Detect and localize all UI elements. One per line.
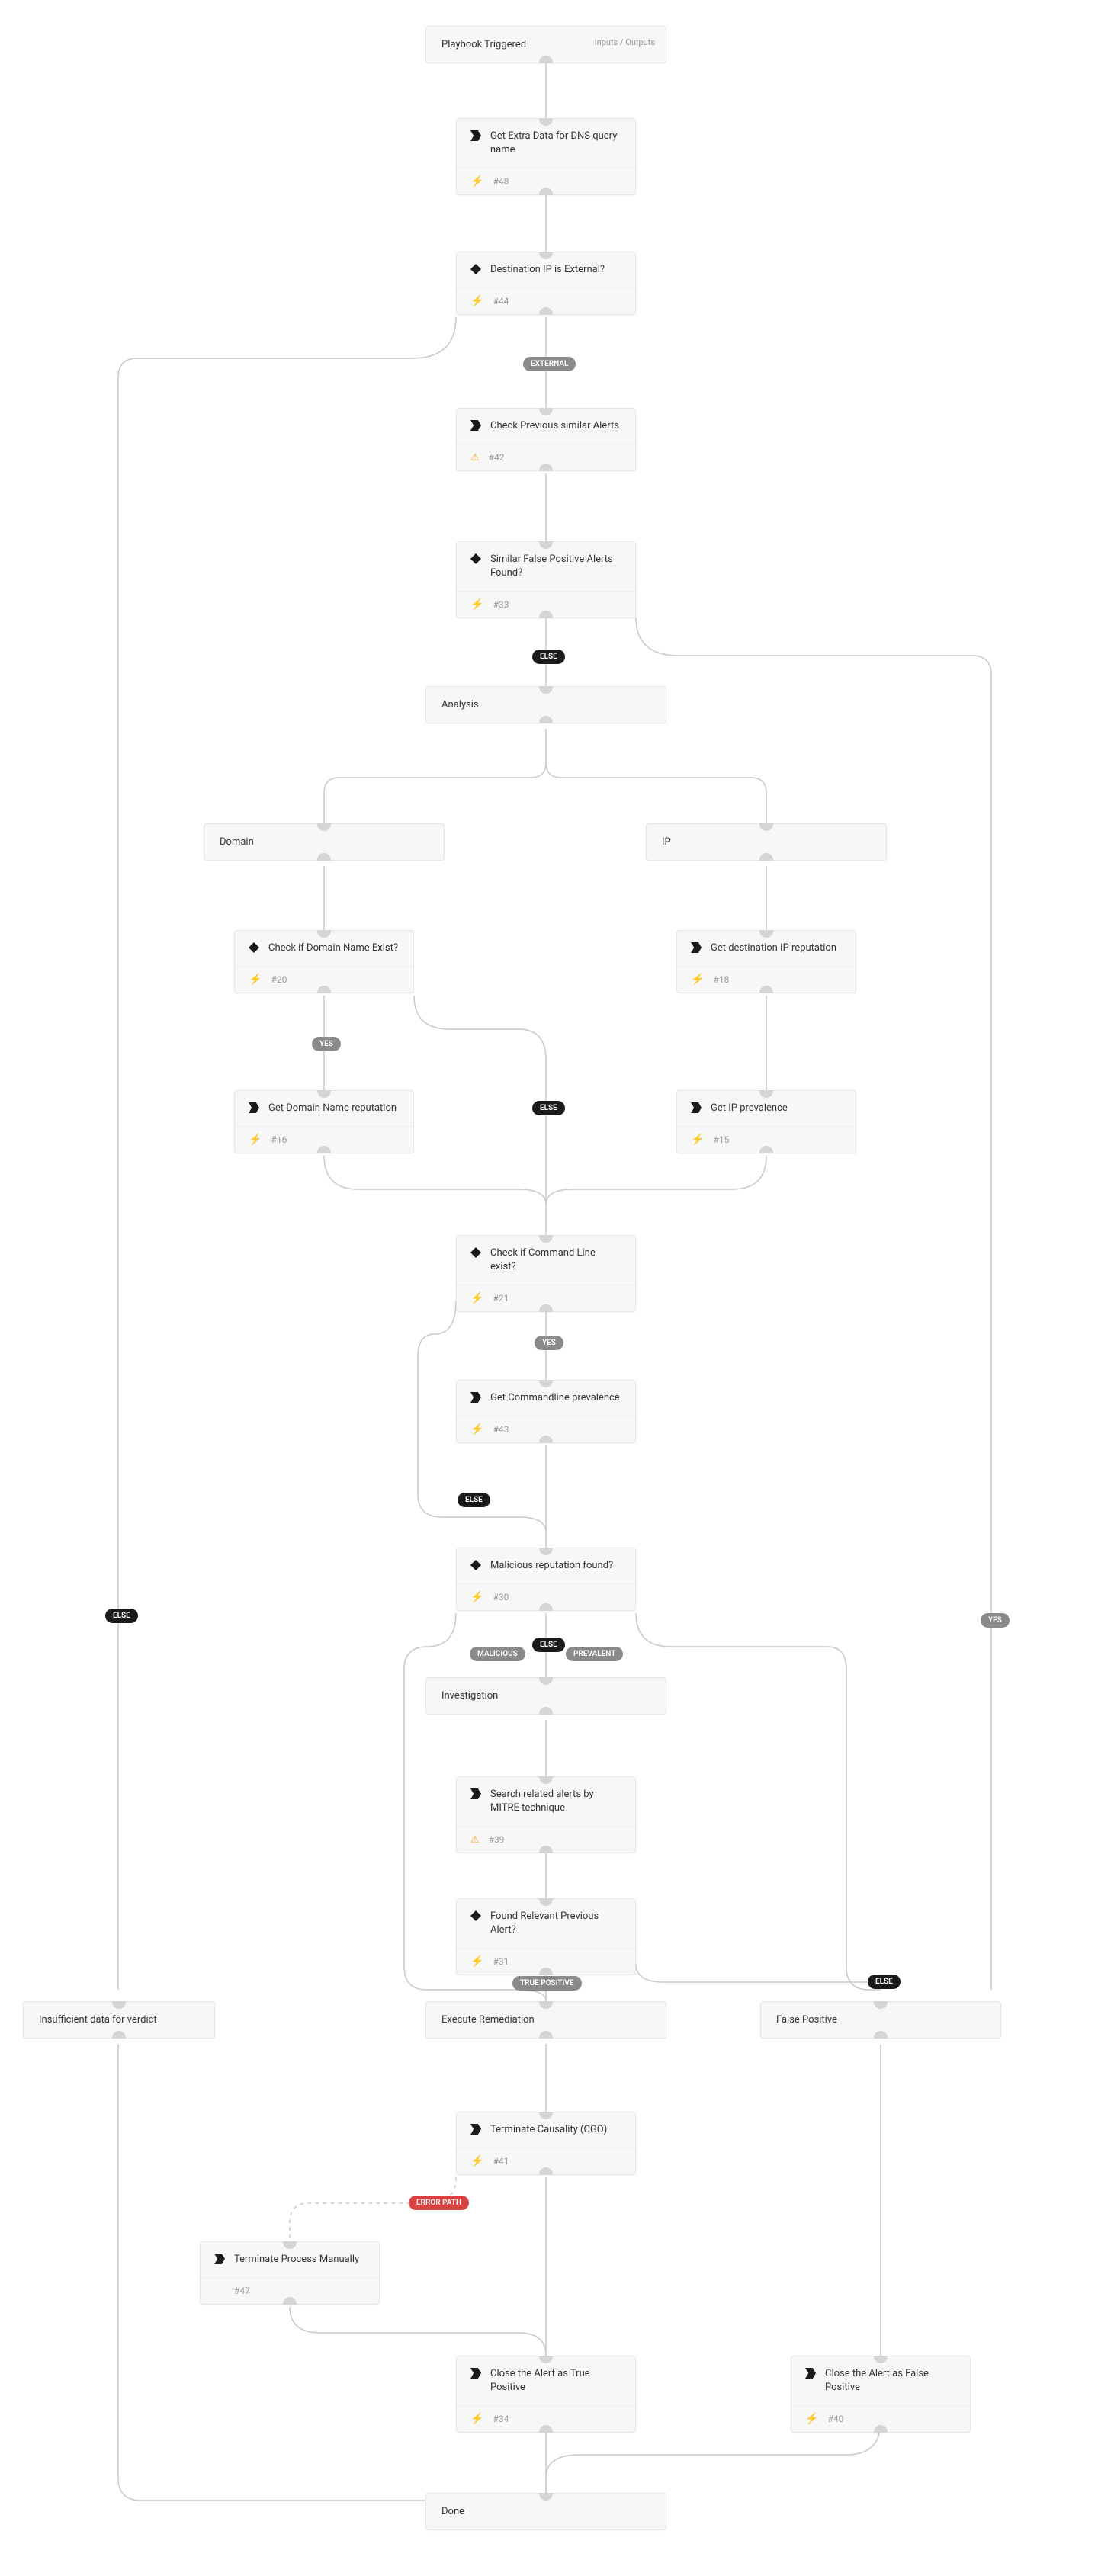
node-34[interactable]: Close the Alert as True Positive ⚡ #34 — [456, 2356, 636, 2433]
chevron-icon — [214, 2254, 225, 2264]
label-else: ELSE — [458, 1493, 490, 1507]
label-yes: YES — [981, 1613, 1010, 1628]
label-else: ELSE — [532, 1101, 565, 1115]
bolt-icon: ⚡ — [470, 599, 483, 610]
bolt-icon: ⚡ — [691, 1134, 704, 1145]
label-external: EXTERNAL — [523, 357, 576, 371]
node-16[interactable]: Get Domain Name reputation ⚡ #16 — [234, 1090, 414, 1153]
diamond-icon — [470, 1560, 481, 1570]
node-33[interactable]: Similar False Positive Alerts Found? ⚡ #… — [456, 541, 636, 618]
chevron-icon — [470, 2124, 481, 2135]
node-done[interactable]: Done — [425, 2493, 666, 2530]
chevron-icon — [470, 130, 481, 141]
chevron-icon — [470, 1392, 481, 1403]
node-48[interactable]: Get Extra Data for DNS query name ⚡ #48 — [456, 118, 636, 195]
label-prevalent: PREVALENT — [566, 1647, 623, 1661]
bolt-icon: ⚡ — [470, 2156, 483, 2167]
diamond-icon — [470, 553, 481, 564]
node-42[interactable]: Check Previous similar Alerts ⚠ #42 — [456, 408, 636, 471]
node-41[interactable]: Terminate Causality (CGO) ⚡ #41 — [456, 2112, 636, 2175]
node-40[interactable]: Close the Alert as False Positive ⚡ #40 — [791, 2356, 971, 2433]
chevron-icon — [470, 1788, 481, 1799]
diamond-icon — [470, 264, 481, 274]
label-malicious: MALICIOUS — [470, 1647, 525, 1661]
node-investigation[interactable]: Investigation — [425, 1677, 666, 1715]
node-trigger[interactable]: Playbook Triggered Inputs / Outputs — [425, 26, 666, 63]
chevron-icon — [691, 1102, 702, 1113]
warn-icon: ⚠ — [470, 1835, 480, 1845]
label-else-left: ELSE — [105, 1609, 138, 1623]
node-15[interactable]: Get IP prevalence ⚡ #15 — [676, 1090, 856, 1153]
chevron-icon — [470, 2368, 481, 2379]
chevron-icon — [691, 942, 702, 953]
label-true-positive: TRUE POSITIVE — [512, 1976, 582, 1991]
node-39[interactable]: Search related alerts by MITRE technique… — [456, 1776, 636, 1853]
bolt-icon: ⚡ — [470, 296, 483, 306]
bolt-icon: ⚡ — [470, 1424, 483, 1435]
bolt-icon: ⚡ — [805, 2414, 818, 2424]
label-error-path: ERROR PATH — [409, 2196, 469, 2210]
node-30[interactable]: Malicious reputation found? ⚡ #30 — [456, 1548, 636, 1611]
node-18[interactable]: Get destination IP reputation ⚡ #18 — [676, 930, 856, 993]
node-31[interactable]: Found Relevant Previous Alert? ⚡ #31 — [456, 1898, 636, 1975]
bolt-icon: ⚡ — [470, 1293, 483, 1304]
node-21[interactable]: Check if Command Line exist? ⚡ #21 — [456, 1235, 636, 1312]
label-else: ELSE — [532, 1638, 565, 1652]
bolt-icon: ⚡ — [470, 1592, 483, 1602]
label-yes: YES — [535, 1336, 563, 1350]
bolt-icon: ⚡ — [470, 2414, 483, 2424]
node-remediation[interactable]: Execute Remediation — [425, 2001, 666, 2039]
label-else: ELSE — [532, 650, 565, 664]
node-43[interactable]: Get Commandline prevalence ⚡ #43 — [456, 1380, 636, 1443]
warn-icon: ⚠ — [470, 453, 480, 463]
bolt-icon: ⚡ — [691, 974, 704, 985]
label-yes: YES — [312, 1037, 341, 1051]
io-link[interactable]: Inputs / Outputs — [595, 37, 655, 47]
node-ip[interactable]: IP — [646, 823, 887, 861]
diamond-icon — [470, 1247, 481, 1258]
bolt-icon: ⚡ — [249, 974, 262, 985]
diamond-icon — [249, 942, 259, 953]
node-insufficient[interactable]: Insufficient data for verdict — [23, 2001, 215, 2039]
chevron-icon — [249, 1102, 259, 1113]
node-47[interactable]: Terminate Process Manually #47 — [200, 2241, 380, 2305]
chevron-icon — [805, 2368, 816, 2379]
node-20[interactable]: Check if Domain Name Exist? ⚡ #20 — [234, 930, 414, 993]
bolt-icon: ⚡ — [470, 1956, 483, 1967]
node-false-positive[interactable]: False Positive — [760, 2001, 1001, 2039]
bolt-icon: ⚡ — [470, 176, 483, 187]
diamond-icon — [470, 1910, 481, 1921]
label-else-right: ELSE — [868, 1975, 901, 1989]
chevron-icon — [470, 420, 481, 431]
bolt-icon: ⚡ — [249, 1134, 262, 1145]
node-44[interactable]: Destination IP is External? ⚡ #44 — [456, 252, 636, 315]
node-analysis[interactable]: Analysis — [425, 686, 666, 723]
node-domain[interactable]: Domain — [204, 823, 445, 861]
